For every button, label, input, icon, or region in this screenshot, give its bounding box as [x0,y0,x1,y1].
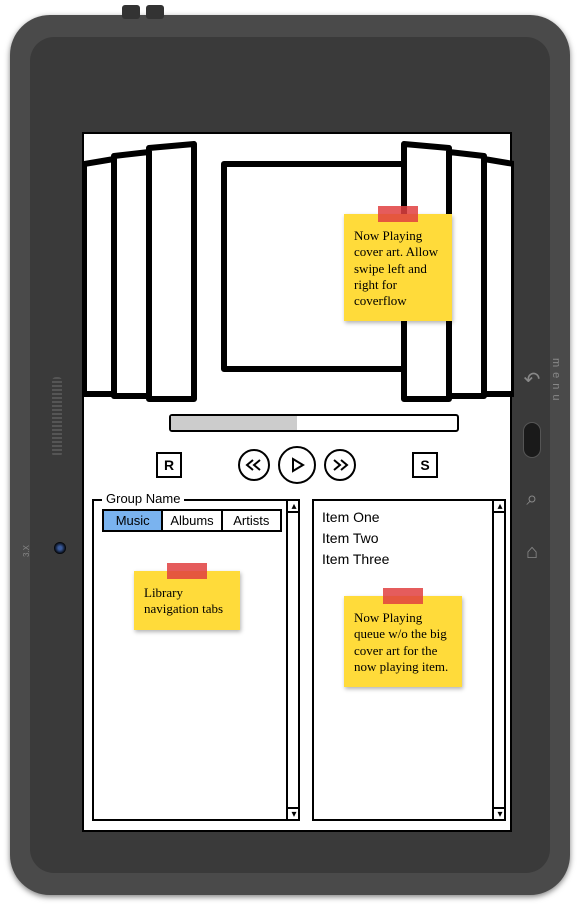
sticky-note-coverflow: Now Playing cover art. Allow swipe left … [344,214,452,321]
top-hardware-buttons [122,5,177,19]
search-hw-icon[interactable]: ⌕ [526,488,537,511]
forward-button[interactable] [324,449,356,481]
play-button[interactable] [278,446,316,484]
scroll-up-icon[interactable]: ▴ [494,501,506,513]
home-icon[interactable]: ⌂ [526,541,538,564]
sticky-text: Library navigation tabs [144,585,223,616]
list-item[interactable]: Item Three [322,549,490,570]
front-camera [54,542,66,554]
queue-panel: Item One Item Two Item Three ▴ ▾ Now Pla… [312,499,506,821]
tablet-frame: 3.X menu ↶ ⌕ ⌂ [10,15,570,895]
rewind-icon [245,458,263,472]
library-tabs: Music Albums Artists [102,509,282,532]
scroll-down-icon[interactable]: ▾ [494,807,506,819]
device-branding: 3.X [22,545,31,557]
sticky-text: Now Playing cover art. Allow swipe left … [354,228,438,308]
menu-label: menu [548,337,562,427]
library-legend: Group Name [102,491,184,506]
library-panel: Group Name Music Albums Artists ▴ ▾ Libr… [92,499,300,821]
scroll-up-icon[interactable]: ▴ [288,501,300,513]
forward-icon [331,458,349,472]
power-button[interactable] [523,422,541,458]
play-icon [289,457,305,473]
queue-list: Item One Item Two Item Three [314,501,504,576]
tab-artists[interactable]: Artists [223,511,280,530]
progress-fill [171,416,297,430]
back-icon[interactable]: ↶ [524,367,541,392]
list-item[interactable]: Item Two [322,528,490,549]
speaker-grille [52,377,62,457]
tab-music[interactable]: Music [104,511,163,530]
tape-icon [383,588,423,604]
sticky-note-queue: Now Playing queue w/o the big cover art … [344,596,462,687]
tab-albums[interactable]: Albums [163,511,222,530]
playback-controls: R S [84,442,510,487]
coverflow[interactable]: Now Playing cover art. Allow swipe left … [84,134,510,394]
sticky-note-library: Library navigation tabs [134,571,240,630]
tablet-bezel: 3.X menu ↶ ⌕ ⌂ [30,37,550,873]
rewind-button[interactable] [238,449,270,481]
sticky-text: Now Playing queue w/o the big cover art … [354,610,448,674]
shuffle-button[interactable]: S [412,452,438,478]
queue-scrollbar[interactable]: ▴ ▾ [492,501,504,819]
tape-icon [378,206,418,222]
scroll-down-icon[interactable]: ▾ [288,807,300,819]
app-screen: Now Playing cover art. Allow swipe left … [82,132,512,832]
progress-bar[interactable] [169,414,459,432]
repeat-button[interactable]: R [156,452,182,478]
library-scrollbar[interactable]: ▴ ▾ [286,501,298,819]
tape-icon [167,563,207,579]
hardware-buttons: ↶ ⌕ ⌂ [517,367,547,564]
list-item[interactable]: Item One [322,507,490,528]
